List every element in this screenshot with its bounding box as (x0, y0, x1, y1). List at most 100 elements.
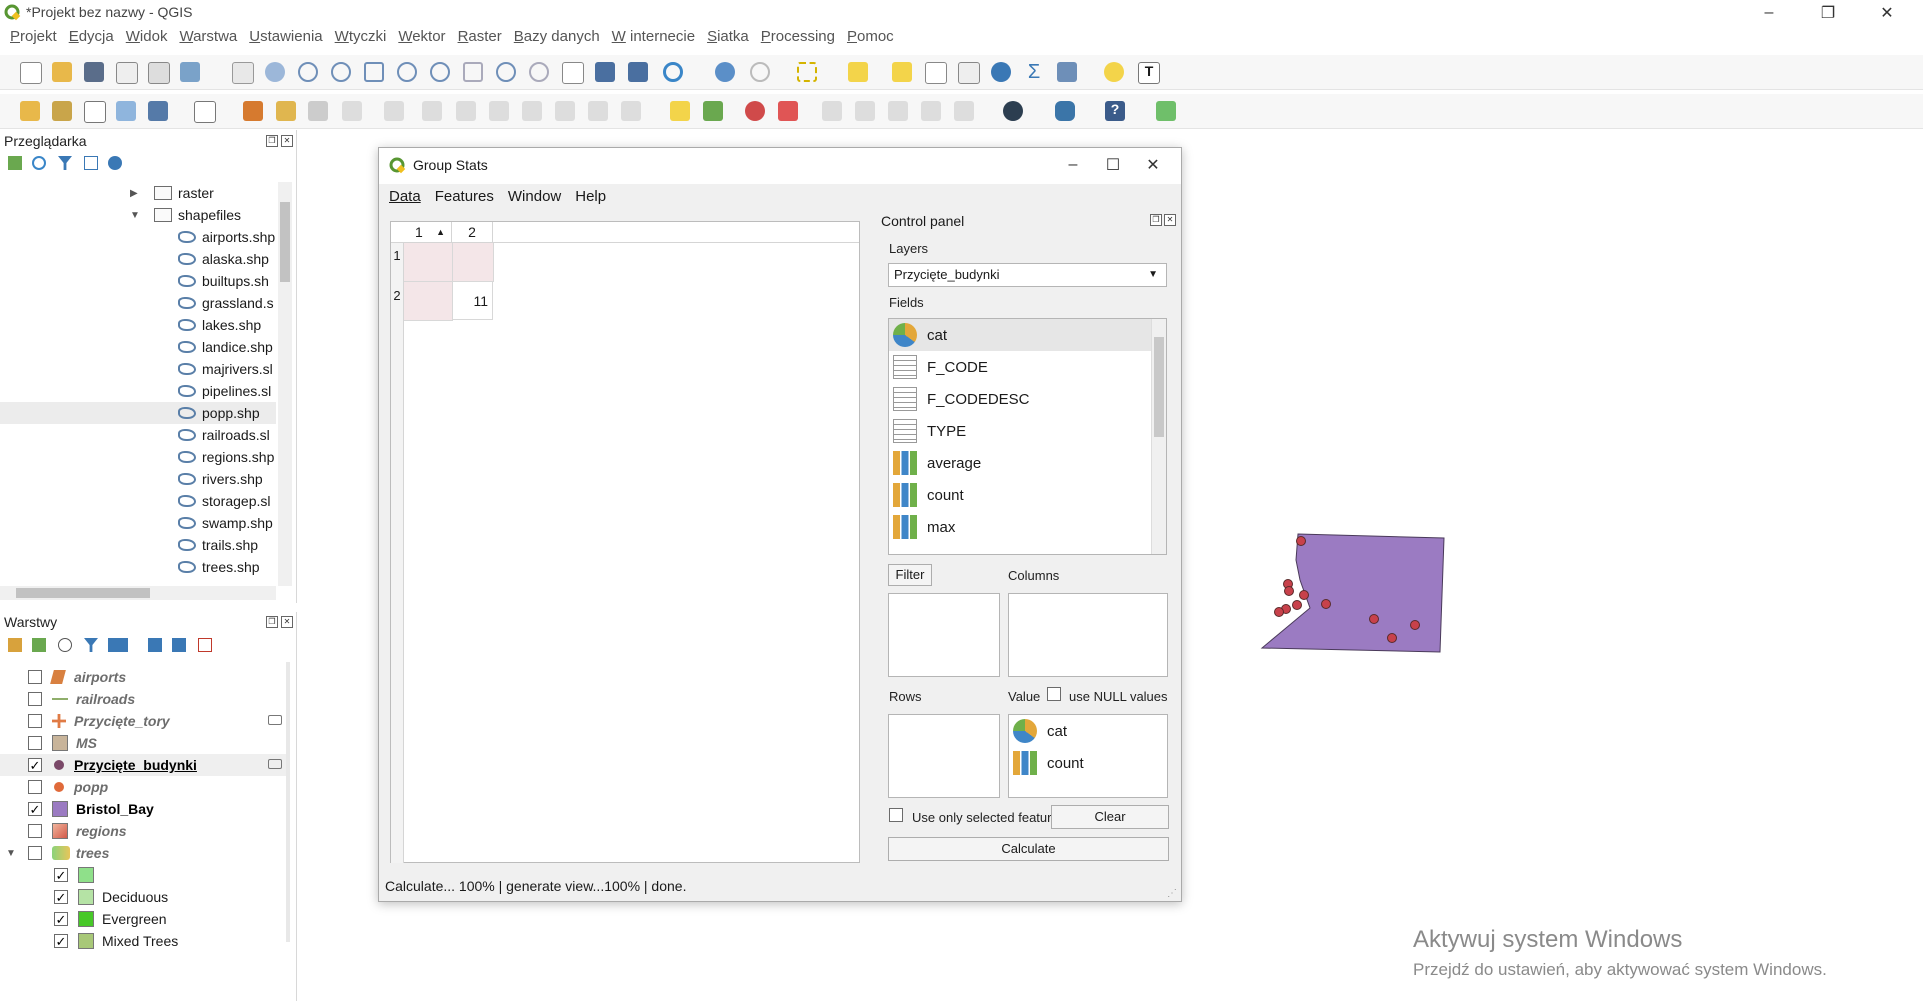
layer-trees[interactable]: ▼ trees (6, 842, 109, 864)
browser-file[interactable]: alaska.shp (178, 248, 269, 270)
metasearch-icon[interactable] (1003, 101, 1023, 121)
remove-layer-icon[interactable] (198, 638, 212, 652)
class-checkbox[interactable]: ✓ (54, 934, 68, 948)
show-hide-labels-icon[interactable] (778, 101, 798, 121)
trees-class-evergreen[interactable]: ✓ Evergreen (54, 908, 167, 930)
zoom-native-icon[interactable] (463, 62, 483, 82)
redo-icon[interactable] (621, 101, 641, 121)
menu-widok[interactable]: Widok (120, 28, 174, 50)
new-map-view-icon[interactable] (562, 62, 584, 84)
data-source-manager-icon[interactable] (20, 101, 40, 121)
pan-to-selection-icon[interactable] (265, 62, 285, 82)
save-edits-icon[interactable] (308, 101, 328, 121)
layer-checkbox[interactable]: ✓ (28, 802, 42, 816)
class-checkbox[interactable]: ✓ (54, 868, 68, 882)
float-dock-icon[interactable]: ❐ (266, 616, 278, 628)
zoom-layer-icon[interactable] (430, 62, 450, 82)
layer-przyciete-budynki[interactable]: ✓ Przycięte_budynki (28, 754, 197, 776)
new-bookmark-icon[interactable] (595, 62, 615, 82)
delete-selected-icon[interactable] (456, 101, 476, 121)
fields-list[interactable]: cat F_CODE F_CODEDESC TYPE average count… (888, 318, 1167, 555)
new-project-icon[interactable] (20, 62, 42, 84)
add-layer-icon[interactable] (8, 156, 22, 170)
field-item-cat[interactable]: cat (893, 319, 1153, 351)
field-item-max[interactable]: max (893, 511, 1153, 543)
restore-button[interactable]: ❐ (1799, 0, 1857, 26)
float-dock-icon[interactable]: ❐ (266, 135, 278, 147)
menu-edycja[interactable]: Edycja (63, 28, 120, 50)
deselect-icon[interactable] (892, 62, 912, 82)
cut-features-icon[interactable] (489, 101, 509, 121)
pin-labels-icon[interactable] (745, 101, 765, 121)
layout-manager-icon[interactable] (148, 62, 170, 84)
scrollbar-thumb[interactable] (16, 588, 150, 598)
python-console-icon[interactable] (1055, 101, 1075, 121)
menu-bazy-danych[interactable]: Bazy danych (508, 28, 606, 50)
menu-window[interactable]: Window (508, 188, 561, 205)
layer-checkbox[interactable]: ✓ (28, 758, 42, 772)
browser-file[interactable]: regions.shp (178, 446, 274, 468)
measure-icon[interactable] (1057, 62, 1077, 82)
zoom-in-icon[interactable] (298, 62, 318, 82)
value-item-cat[interactable]: cat (1013, 715, 1163, 747)
field-item-count[interactable]: count (893, 479, 1153, 511)
menu-siatka[interactable]: Siatka (701, 28, 755, 50)
layer-checkbox[interactable] (28, 714, 42, 728)
menu-raster[interactable]: Raster (452, 28, 508, 50)
use-selected-checkbox[interactable] (889, 808, 903, 822)
print-layout-icon[interactable] (116, 62, 138, 84)
class-checkbox[interactable]: ✓ (54, 912, 68, 926)
expand-arrow-icon[interactable]: ▶ (130, 188, 138, 199)
temporary-layer-icon[interactable] (268, 715, 282, 725)
table-cell[interactable] (404, 243, 453, 282)
result-table[interactable]: 1 ▲ 2 1 2 11 (390, 221, 860, 863)
dialog-close-button[interactable]: ✕ (1133, 152, 1173, 178)
processing-toolbox-icon[interactable] (991, 62, 1011, 82)
collapse-arrow-icon[interactable]: ▼ (6, 848, 16, 859)
paste-features-icon[interactable] (555, 101, 575, 121)
zoom-out-icon[interactable] (331, 62, 351, 82)
table-cell-value[interactable]: 11 (453, 282, 493, 320)
label-toolbar-icon[interactable] (670, 101, 690, 121)
statistical-summary-icon[interactable]: Σ (1024, 62, 1044, 82)
value-dropzone[interactable]: cat count (1008, 714, 1168, 798)
layer-select[interactable]: Przycięte_budynki ▼ (888, 263, 1167, 287)
menu-features[interactable]: Features (435, 188, 494, 205)
browser-file[interactable]: majrivers.sl (178, 358, 273, 380)
row-header-1[interactable]: 1 (391, 248, 403, 263)
browser-folder-shapefiles[interactable]: ▼ shapefiles (130, 204, 241, 226)
field-item-type[interactable]: TYPE (893, 415, 1153, 447)
layer-airports[interactable]: airports (28, 666, 126, 688)
browser-file[interactable]: landice.shp (178, 336, 273, 358)
close-panel-icon[interactable]: ✕ (1164, 214, 1176, 226)
browser-vertical-scrollbar[interactable] (278, 182, 292, 586)
layer-ms[interactable]: MS (28, 732, 97, 754)
filter-legend-icon[interactable] (84, 638, 98, 652)
browser-file[interactable]: storagep.sl (178, 490, 270, 512)
collapse-all-icon[interactable] (84, 156, 98, 170)
menu-processing[interactable]: Processing (755, 28, 841, 50)
add-feature-icon[interactable] (342, 101, 362, 121)
browser-file[interactable]: airports.shp (178, 226, 275, 248)
new-virtual-layer-icon[interactable] (194, 101, 216, 123)
change-label-icon[interactable] (888, 101, 908, 121)
browser-horizontal-scrollbar[interactable] (0, 586, 276, 600)
filter-dropzone[interactable] (888, 593, 1000, 677)
style-manager-icon[interactable] (180, 62, 200, 82)
style-panel-icon[interactable] (8, 638, 22, 652)
show-bookmarks-icon[interactable] (628, 62, 648, 82)
layers-scrollbar[interactable] (286, 662, 290, 942)
select-by-value-icon[interactable] (848, 62, 868, 82)
menu-projekt[interactable]: Projekt (4, 28, 63, 50)
col-header-1[interactable]: 1 ▲ (403, 222, 452, 242)
field-item-average[interactable]: average (893, 447, 1153, 479)
move-diagram-icon[interactable] (921, 101, 941, 121)
current-edits-icon[interactable] (243, 101, 263, 121)
plugin-icon[interactable] (1156, 101, 1176, 121)
expand-all-icon[interactable] (148, 638, 162, 652)
menu-help[interactable]: Help (575, 188, 606, 205)
browser-file[interactable]: grassland.s (178, 292, 274, 314)
visibility-icon[interactable] (58, 638, 72, 652)
rotate-label-icon[interactable] (855, 101, 875, 121)
dialog-maximize-button[interactable]: ☐ (1093, 152, 1133, 178)
